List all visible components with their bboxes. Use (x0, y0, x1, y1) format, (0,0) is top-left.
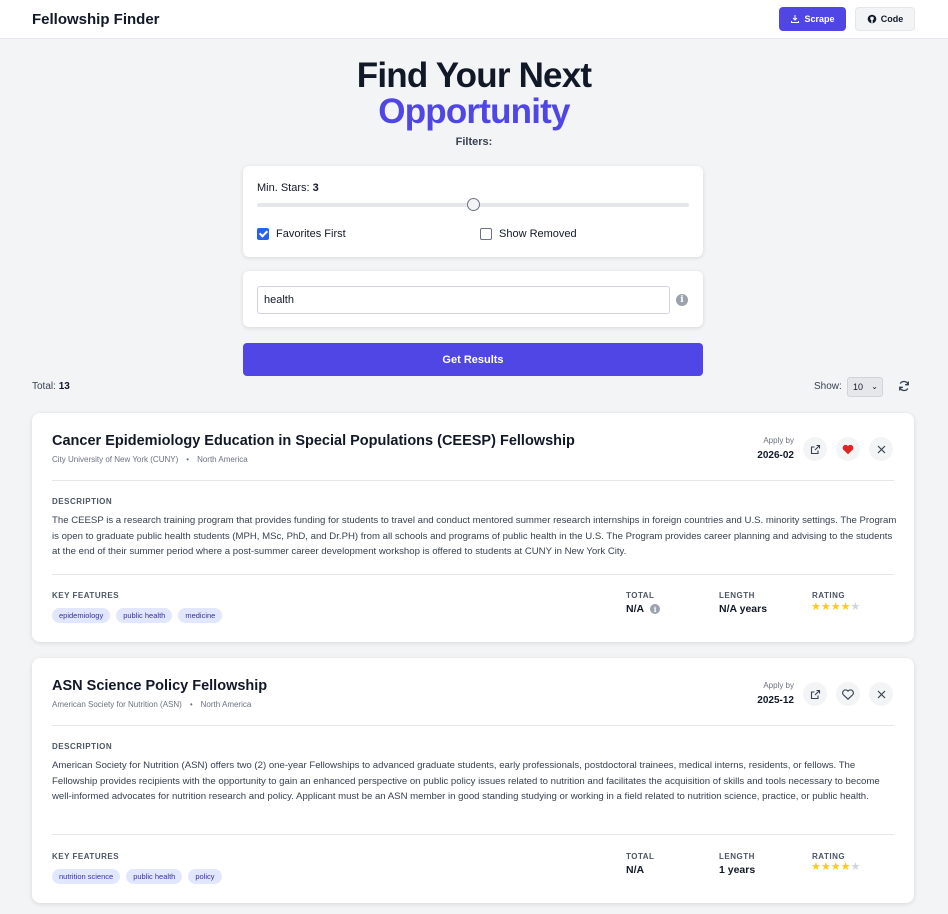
tag: public health (126, 869, 183, 884)
open-link-button[interactable] (803, 682, 827, 706)
app-title: Fellowship Finder (32, 11, 160, 28)
close-icon (877, 690, 885, 698)
slider-handle[interactable] (467, 198, 480, 211)
length-value: N/A years (719, 603, 768, 615)
tag: nutrition science (52, 869, 121, 884)
open-link-button[interactable] (803, 437, 827, 461)
length-label: LENGTH (719, 591, 755, 600)
chevron-down-icon: ⌄ (871, 382, 878, 391)
filters-label: Filters: (455, 136, 493, 148)
star-filled-icon: ★ (840, 601, 851, 613)
apply-by-date: 2025-12 (757, 695, 794, 706)
tag: epidemiology (52, 608, 111, 623)
search-panel: health i (243, 271, 703, 327)
apply-by-label: Apply by (763, 681, 794, 690)
heart-icon (842, 444, 854, 454)
star-empty-icon: ★ (850, 601, 861, 613)
search-input[interactable]: health (257, 286, 670, 314)
refresh-icon[interactable] (897, 379, 911, 393)
total-value: N/A (626, 864, 645, 876)
divider (52, 725, 894, 726)
info-icon[interactable]: i (676, 294, 688, 306)
divider (52, 834, 894, 835)
tag-list: nutrition science public health policy (52, 869, 222, 884)
remove-button[interactable] (869, 437, 893, 461)
favorites-first-checkbox[interactable]: Favorites First (257, 228, 346, 240)
close-icon (877, 445, 885, 453)
tag: policy (188, 869, 222, 884)
star-rating: ★★★★★ (811, 860, 860, 873)
key-features-label: KEY FEATURES (52, 591, 120, 600)
get-results-button[interactable]: Get Results (243, 343, 703, 376)
organization: City University of New York (CUNY) (52, 455, 179, 464)
apply-by-label: Apply by (763, 436, 794, 445)
code-label: Code (880, 14, 904, 24)
favorite-button[interactable] (836, 437, 860, 461)
star-filled-icon: ★ (820, 861, 831, 873)
star-filled-icon: ★ (830, 601, 841, 613)
star-filled-icon: ★ (811, 601, 821, 613)
divider (52, 480, 894, 481)
total-label: TOTAL (626, 591, 655, 600)
region: North America (200, 700, 252, 709)
star-filled-icon: ★ (811, 861, 821, 873)
github-icon (867, 14, 877, 24)
page-size-select[interactable]: 10 ⌄ (847, 377, 883, 397)
star-filled-icon: ★ (830, 861, 841, 873)
star-filled-icon: ★ (840, 861, 851, 873)
external-link-icon (810, 444, 820, 454)
scrape-label: Scrape (804, 14, 835, 24)
favorite-button[interactable] (836, 682, 860, 706)
organization: American Society for Nutrition (ASN) (52, 700, 182, 709)
result-meta: City University of New York (CUNY) • North… (52, 455, 248, 464)
total-count: Total: 13 (32, 381, 70, 392)
hero-title: Find Your Next (356, 56, 592, 95)
star-rating: ★★★★★ (811, 600, 860, 613)
star-empty-icon: ★ (850, 861, 861, 873)
result-meta: American Society for Nutrition (ASN) • Nor… (52, 700, 252, 709)
tag: medicine (178, 608, 223, 623)
description-label: DESCRIPTION (52, 497, 113, 506)
code-button[interactable]: Code (855, 7, 915, 31)
heart-outline-icon (842, 688, 854, 700)
info-icon[interactable]: i (650, 604, 661, 614)
min-stars-value: 3 (312, 182, 319, 194)
total-value: N/A i (626, 603, 661, 615)
filter-panel: Min. Stars: 3 Favorites First Show Remov… (243, 166, 703, 257)
result-card: Cancer Epidemiology Education in Special… (32, 413, 914, 642)
rating-label: RATING (812, 591, 846, 600)
top-navbar: Fellowship Finder Scrape Code (0, 0, 948, 39)
length-label: LENGTH (719, 852, 755, 861)
result-description: American Society for Nutrition (ASN) off… (52, 760, 880, 802)
tag-list: epidemiology public health medicine (52, 608, 223, 623)
region: North America (197, 455, 248, 464)
result-description: The CEESP is a research training program… (52, 515, 897, 557)
apply-by-date: 2026-02 (757, 450, 794, 461)
hero-title-accent: Opportunity (378, 92, 570, 131)
scrape-button[interactable]: Scrape (779, 7, 846, 31)
checkbox-unchecked[interactable] (480, 228, 492, 240)
show-label: Show: (814, 381, 842, 392)
divider (52, 574, 894, 575)
checkbox-checked[interactable] (257, 228, 269, 240)
result-title: Cancer Epidemiology Education in Special… (52, 433, 575, 449)
download-icon (791, 15, 800, 23)
min-stars-label: Min. Stars: 3 (257, 182, 319, 194)
result-title: ASN Science Policy Fellowship (52, 678, 268, 694)
description-label: DESCRIPTION (52, 742, 113, 751)
total-label: TOTAL (626, 852, 655, 861)
remove-button[interactable] (869, 682, 893, 706)
length-value: 1 years (719, 864, 756, 876)
key-features-label: KEY FEATURES (52, 852, 120, 861)
tag: public health (116, 608, 173, 623)
external-link-icon (810, 689, 820, 699)
star-filled-icon: ★ (820, 601, 831, 613)
show-removed-checkbox[interactable]: Show Removed (480, 228, 577, 240)
result-card: ASN Science Policy Fellowship American S… (32, 658, 914, 903)
